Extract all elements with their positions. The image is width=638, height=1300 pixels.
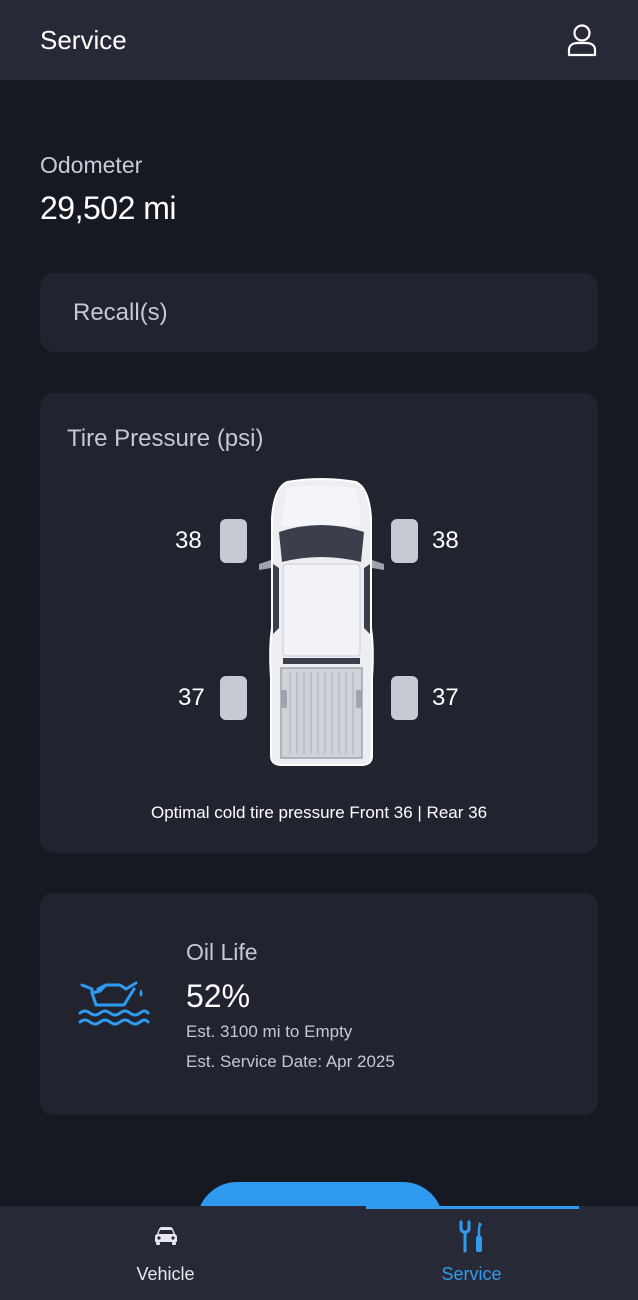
bottom-nav: Vehicle Service bbox=[0, 1206, 638, 1300]
recall-card[interactable]: Recall(s) bbox=[40, 273, 598, 352]
truck-top-view-icon bbox=[259, 478, 384, 766]
front-left-pressure: 38 bbox=[175, 527, 202, 554]
front-right-tire-indicator bbox=[391, 519, 418, 563]
rear-left-tire-indicator bbox=[220, 676, 247, 720]
nav-label-service: Service bbox=[441, 1264, 502, 1284]
oil-est-empty: Est. 3100 mi to Empty bbox=[186, 1022, 353, 1041]
front-left-tire-indicator bbox=[220, 519, 247, 563]
tools-icon bbox=[459, 1220, 482, 1253]
nav-label-vehicle: Vehicle bbox=[136, 1264, 195, 1284]
odometer-value: 29,502 mi bbox=[40, 190, 177, 226]
car-icon bbox=[154, 1227, 177, 1245]
nav-tab-service[interactable]: Service bbox=[312, 1206, 631, 1300]
tire-pressure-title: Tire Pressure (psi) bbox=[67, 425, 264, 452]
rear-right-tire-indicator bbox=[391, 676, 418, 720]
rear-right-pressure: 37 bbox=[432, 684, 459, 711]
app-header: Service bbox=[0, 0, 638, 80]
oil-can-icon bbox=[78, 981, 150, 1026]
page-title: Service bbox=[40, 24, 127, 55]
nav-tab-vehicle[interactable]: Vehicle bbox=[6, 1206, 325, 1300]
user-icon[interactable] bbox=[566, 23, 598, 57]
oil-life-title: Oil Life bbox=[186, 939, 258, 965]
tire-pressure-card: Tire Pressure (psi) 38 38 37 37 Optimal … bbox=[40, 393, 598, 853]
front-right-pressure: 38 bbox=[432, 527, 459, 554]
oil-life-value: 52% bbox=[186, 978, 251, 1014]
recall-label: Recall(s) bbox=[73, 298, 168, 326]
rear-left-pressure: 37 bbox=[178, 684, 205, 711]
odometer-label: Odometer bbox=[40, 152, 143, 178]
optimal-pressure-note: Optimal cold tire pressure Front 36 | Re… bbox=[150, 803, 488, 822]
oil-life-card[interactable]: Oil Life 52% Est. 3100 mi to Empty Est. … bbox=[40, 893, 598, 1115]
oil-est-service-date: Est. Service Date: Apr 2025 bbox=[186, 1052, 395, 1071]
